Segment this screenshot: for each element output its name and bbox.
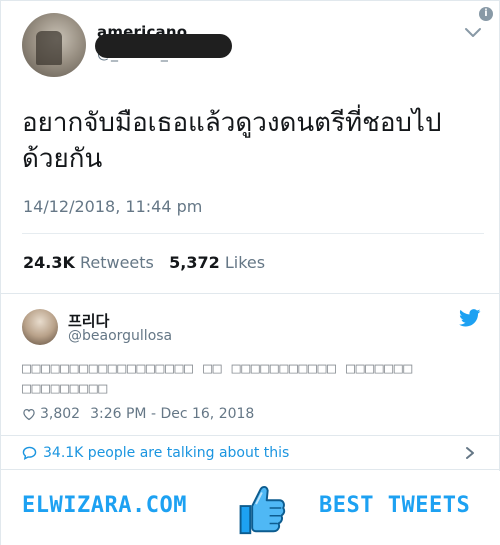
reply-text: □□□□□□□□□□□□□□□□□□ □□ □□□□□□□□□□□ □□□□□□…	[22, 358, 482, 398]
divider	[22, 233, 484, 234]
main-tweet: americano @_0s2u7_ i อยากจับมือเธอแล้วดู…	[1, 1, 500, 293]
retweets-label[interactable]: Retweets	[80, 253, 154, 272]
tweet-text-line: ด้วยกัน	[22, 144, 103, 174]
likes-count[interactable]: 5,372	[169, 253, 220, 272]
likes-label[interactable]: Likes	[225, 253, 265, 272]
chevron-down-icon[interactable]	[463, 26, 483, 40]
heart-icon[interactable]	[22, 407, 36, 421]
reply-text-line: □□□□□□□□□□□□□□□□□□ □□ □□□□□□□□□□□ □□□□□□…	[22, 359, 413, 377]
thumbs-up-icon	[239, 485, 286, 535]
tweet-stats: 24.3K Retweets 5,372 Likes	[23, 253, 265, 272]
speech-bubble-icon	[22, 446, 37, 460]
like-count[interactable]: 3,802	[40, 406, 80, 422]
handle[interactable]: @beaorgullosa	[68, 328, 172, 344]
avatar[interactable]	[22, 13, 86, 77]
tweet-text-line: อยากจับมือเธอแล้วดูวงดนตรีที่ชอบไป	[22, 108, 442, 138]
conversation-link[interactable]: 34.1K people are talking about this	[1, 436, 500, 470]
brand-site[interactable]: ELWIZARA.COM	[22, 493, 187, 518]
info-icon[interactable]: i	[479, 7, 493, 21]
twitter-bird-icon[interactable]	[459, 309, 481, 327]
footer-banner: ELWIZARA.COM BEST TWEETS	[1, 471, 500, 545]
conversation-text[interactable]: 34.1K people are talking about this	[43, 445, 289, 461]
reply-text-line: □□□□□□□□□	[22, 379, 108, 397]
chevron-right-icon[interactable]	[465, 446, 475, 460]
redaction-bar	[95, 34, 232, 58]
tweet-timestamp[interactable]: 14/12/2018, 11:44 pm	[23, 197, 202, 216]
tweet-text: อยากจับมือเธอแล้วดูวงดนตรีที่ชอบไป ด้วยก…	[22, 105, 482, 177]
reply-card[interactable]: 프리다 @beaorgullosa □□□□□□□□□□□□□□□□□□ □□ …	[1, 293, 500, 436]
retweets-count[interactable]: 24.3K	[23, 253, 75, 272]
brand-tagline: BEST TWEETS	[319, 493, 471, 518]
reply-timestamp[interactable]: 3:26 PM - Dec 16, 2018	[90, 406, 254, 422]
avatar[interactable]	[22, 309, 58, 345]
tweet-embed-frame: americano @_0s2u7_ i อยากจับมือเธอแล้วดู…	[0, 0, 500, 545]
reply-meta: 3,802 3:26 PM - Dec 16, 2018	[22, 406, 254, 422]
